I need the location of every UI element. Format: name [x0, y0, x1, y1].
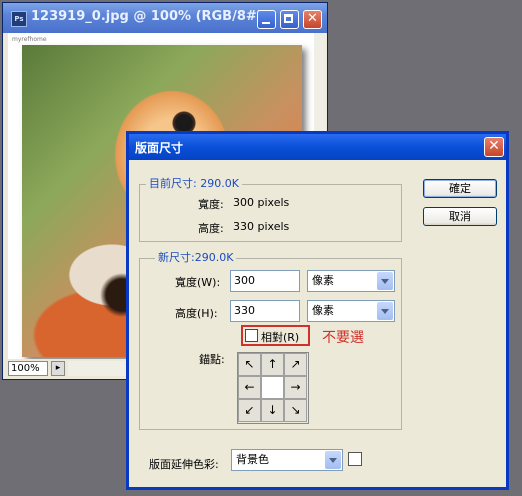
anchor-top[interactable]: ↑ [261, 353, 284, 376]
anchor-left[interactable]: ← [238, 376, 261, 399]
current-size-label: 目前尺寸: 290.0K [146, 175, 242, 191]
height-input[interactable]: 330 [230, 300, 300, 322]
anchor-bottom-right[interactable]: ↘ [284, 399, 307, 422]
height-unit-value: 像素 [312, 304, 334, 317]
minimize-button[interactable] [257, 10, 276, 29]
photoshop-icon: Ps [11, 11, 27, 27]
zoom-field[interactable]: 100% [8, 361, 48, 376]
anchor-top-left[interactable]: ↖ [238, 353, 261, 376]
width-input[interactable]: 300 [230, 270, 300, 292]
current-height-label: 高度: [198, 222, 224, 235]
document-title: 123919_0.jpg @ 100% (RGB/8#) [31, 9, 263, 24]
anchor-center[interactable] [261, 376, 284, 399]
current-size-group [139, 184, 402, 242]
current-width-label: 寬度: [198, 198, 224, 211]
chevron-down-icon[interactable] [377, 302, 393, 320]
document-close-button[interactable]: ✕ [303, 10, 322, 29]
width-unit-select[interactable]: 像素 [307, 270, 395, 292]
canvas-size-dialog: 版面尺寸 ✕ 目前尺寸: 290.0K 寬度: 300 pixels 高度: 3… [126, 131, 509, 490]
anchor-label: 錨點: [199, 353, 225, 366]
extension-color-label: 版面延伸色彩: [149, 458, 219, 471]
dialog-close-button[interactable]: ✕ [484, 137, 504, 157]
dialog-title: 版面尺寸 [135, 141, 184, 155]
anchor-bottom[interactable]: ↓ [261, 399, 284, 422]
maximize-button[interactable] [280, 10, 299, 29]
status-menu-button[interactable]: ▸ [51, 361, 65, 376]
anchor-top-right[interactable]: ↗ [284, 353, 307, 376]
cancel-button[interactable]: 取消 [423, 207, 497, 226]
new-size-label: 新尺寸:290.0K [155, 249, 237, 265]
width-unit-value: 像素 [312, 274, 334, 287]
anchor-grid[interactable]: ↖ ↑ ↗ ← → ↙ ↓ ↘ [237, 352, 309, 424]
ok-button[interactable]: 確定 [423, 179, 497, 198]
chevron-down-icon[interactable] [377, 272, 393, 290]
extension-color-select[interactable]: 背景色 [231, 449, 343, 471]
chevron-down-icon[interactable] [325, 451, 341, 469]
anchor-bottom-left[interactable]: ↙ [238, 399, 261, 422]
new-height-label: 高度(H): [175, 307, 218, 320]
document-titlebar[interactable]: Ps 123919_0.jpg @ 100% (RGB/8#) ✕ [3, 3, 327, 33]
current-height-value: 330 pixels [233, 220, 290, 233]
new-width-label: 寬度(W): [175, 276, 221, 289]
dialog-titlebar[interactable]: 版面尺寸 ✕ [129, 134, 506, 160]
current-width-value: 300 pixels [233, 196, 290, 209]
anchor-right[interactable]: → [284, 376, 307, 399]
extension-color-swatch[interactable] [348, 452, 362, 466]
relative-label[interactable]: 相對(R) [261, 329, 299, 345]
relative-checkbox[interactable] [245, 329, 258, 342]
watermark: myrefhome [12, 36, 47, 43]
height-unit-select[interactable]: 像素 [307, 300, 395, 322]
annotation-text: 不要選 [322, 330, 364, 346]
extension-color-value: 背景色 [236, 453, 269, 466]
